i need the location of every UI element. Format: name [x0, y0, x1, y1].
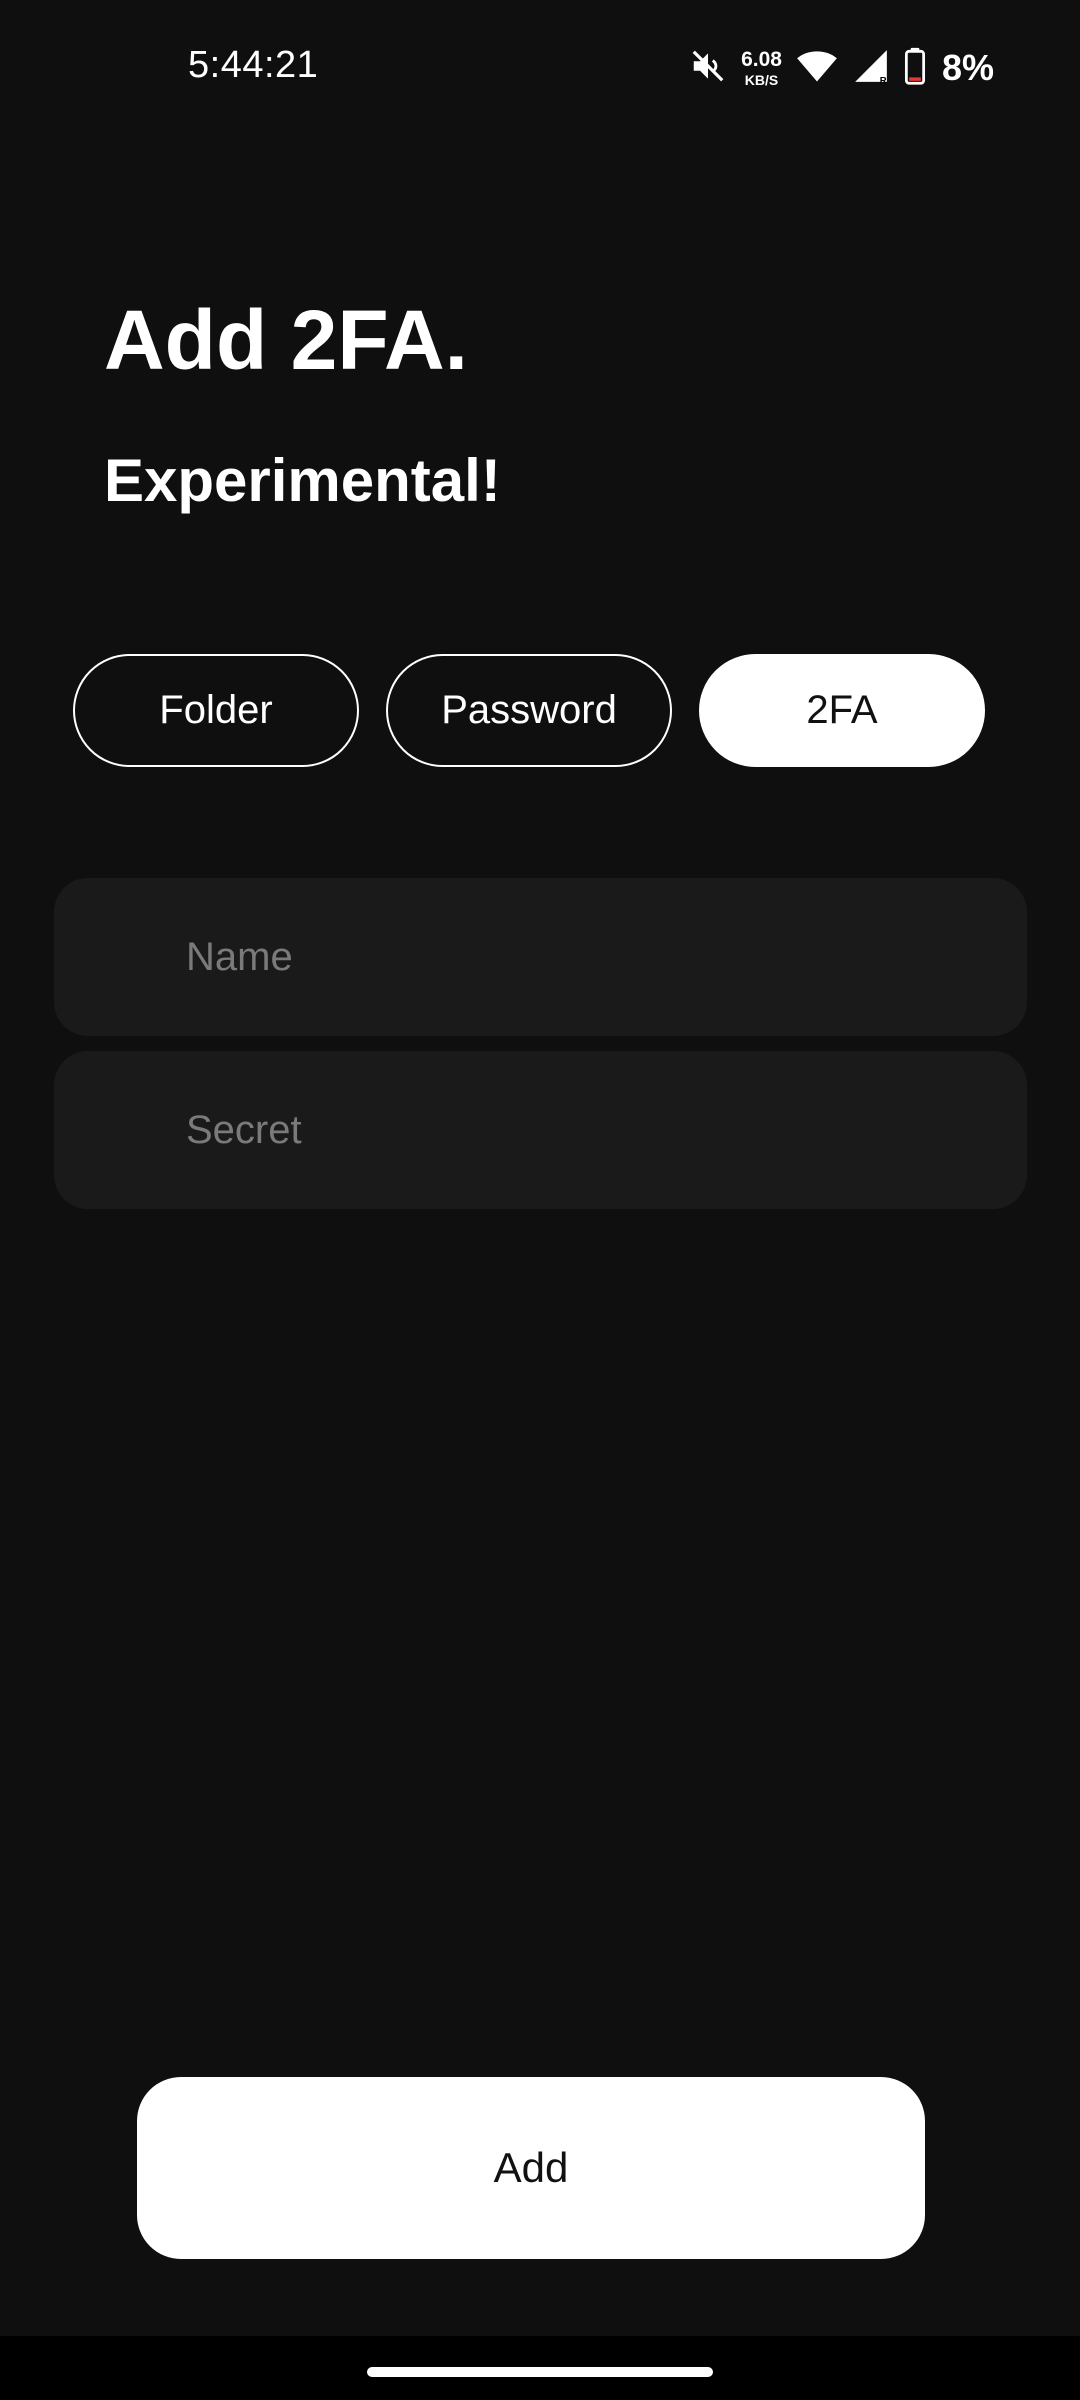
- tab-folder[interactable]: Folder: [73, 654, 359, 767]
- svg-text:R: R: [880, 75, 887, 85]
- add-button[interactable]: Add: [137, 2077, 925, 2259]
- cellular-signal-icon: R: [852, 47, 890, 90]
- type-tabs: Folder Password 2FA: [73, 654, 985, 767]
- network-speed-unit: KB/S: [744, 72, 779, 88]
- status-time: 5:44:21: [188, 44, 319, 86]
- tab-password[interactable]: Password: [386, 654, 672, 767]
- tab-2fa[interactable]: 2FA: [699, 654, 985, 767]
- battery-percent: 8%: [941, 47, 994, 88]
- page-title: Add 2FA.: [104, 293, 469, 387]
- name-field: [54, 878, 1027, 1036]
- status-bar: 5:44:21 6.08 KB/S R 8%: [0, 0, 1080, 136]
- secret-field: [54, 1051, 1027, 1209]
- mute-icon: [689, 47, 727, 90]
- wifi-icon: [796, 47, 838, 90]
- name-input[interactable]: [186, 878, 986, 1036]
- page-subtitle: Experimental!: [104, 447, 501, 514]
- network-speed: 6.08 KB/S: [741, 49, 782, 87]
- status-icons: 6.08 KB/S R 8%: [689, 44, 994, 92]
- secret-input[interactable]: [186, 1051, 986, 1209]
- home-indicator[interactable]: [367, 2367, 713, 2377]
- network-speed-value: 6.08: [741, 48, 782, 71]
- battery-icon: [904, 47, 926, 90]
